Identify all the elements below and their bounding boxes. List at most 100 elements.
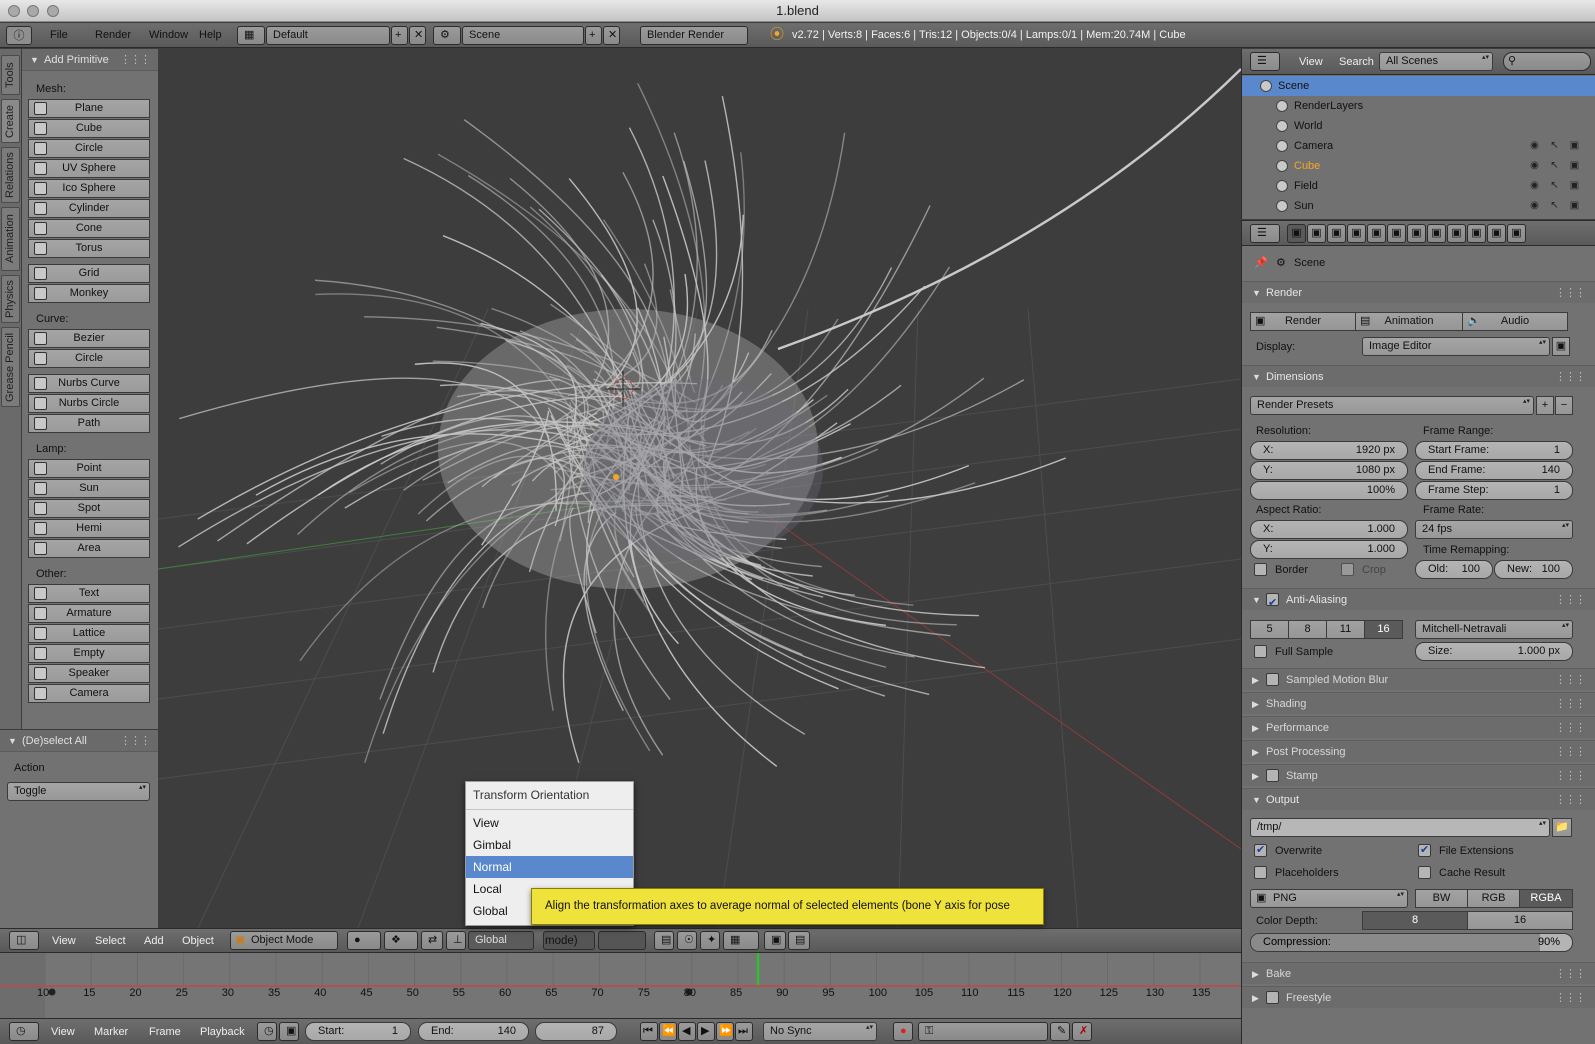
context-world-icon[interactable]: ▣ bbox=[1347, 224, 1366, 243]
context-constraints-icon[interactable]: ▣ bbox=[1387, 224, 1406, 243]
context-material-icon[interactable]: ▣ bbox=[1447, 224, 1466, 243]
eye-icon[interactable]: ◉ bbox=[1529, 160, 1540, 171]
file-extensions-checkbox[interactable] bbox=[1418, 843, 1431, 857]
aa-samples-8[interactable]: 8 bbox=[1288, 620, 1327, 639]
tab-grease-pencil[interactable]: Grease Pencil bbox=[1, 327, 20, 407]
add-plane-button[interactable]: Plane bbox=[28, 99, 150, 118]
frame-step-field[interactable]: Frame Step: 1 bbox=[1415, 481, 1573, 500]
action-dropdown[interactable]: Toggle bbox=[7, 782, 150, 801]
add-primitive-header[interactable]: ▼ Add Primitive ⋮⋮⋮ bbox=[22, 49, 158, 71]
menu-view[interactable]: View bbox=[46, 932, 82, 950]
orientation-normal[interactable]: Normal bbox=[466, 856, 633, 878]
cursor-select-icon[interactable]: ↖ bbox=[1549, 140, 1560, 151]
border-checkbox[interactable] bbox=[1254, 563, 1267, 576]
timeline-menu-frame[interactable]: Frame bbox=[143, 1023, 187, 1041]
render-icon[interactable]: ▣ bbox=[1569, 140, 1580, 151]
add-spot-button[interactable]: Spot bbox=[28, 499, 150, 518]
timeline-menu-playback[interactable]: Playback bbox=[194, 1023, 251, 1041]
tab-animation[interactable]: Animation bbox=[1, 207, 20, 271]
jump-key-back-icon[interactable]: ⏪ bbox=[659, 1022, 677, 1041]
timeline-menu-view[interactable]: View bbox=[45, 1023, 81, 1041]
sampled-motion-blur-header[interactable]: ▶ Sampled Motion Blur ⋮⋮⋮ bbox=[1242, 668, 1595, 690]
3d-viewport[interactable] bbox=[158, 49, 1241, 928]
shading-header[interactable]: ▶ Shading ⋮⋮⋮ bbox=[1242, 692, 1595, 714]
crop-checkbox[interactable] bbox=[1341, 563, 1354, 576]
render-button[interactable]: ▣ Render bbox=[1250, 312, 1356, 331]
add-path-button[interactable]: Path bbox=[28, 414, 150, 433]
orientation-view[interactable]: View bbox=[466, 812, 633, 834]
cursor-select-icon[interactable]: ↖ bbox=[1549, 200, 1560, 211]
jump-key-forward-icon[interactable]: ⏩ bbox=[716, 1022, 734, 1041]
aspect-x-field[interactable]: X: 1.000 bbox=[1250, 520, 1408, 539]
editor-type-properties-icon[interactable]: ☰ bbox=[1250, 224, 1280, 243]
render-image-icon[interactable]: ▣ bbox=[764, 931, 786, 950]
aa-samples-5[interactable]: 5 bbox=[1250, 620, 1289, 639]
timeline[interactable]: 10 15 20 25 30 35 40 45 50 55 60 65 70 75 80 85 90 95 100 1… bbox=[0, 952, 1241, 1018]
orientation-gimbal[interactable]: Gimbal bbox=[466, 834, 633, 856]
add-preset-icon[interactable]: + bbox=[1536, 396, 1554, 415]
outliner-filter-dropdown[interactable]: All Scenes bbox=[1379, 52, 1493, 71]
menu-select[interactable]: Select bbox=[89, 932, 132, 950]
full-sample-checkbox[interactable] bbox=[1254, 645, 1267, 658]
anti-aliasing-panel-header[interactable]: ▼ Anti-Aliasing⋮⋮⋮ bbox=[1242, 588, 1595, 614]
add-uv-sphere-button[interactable]: UV Sphere bbox=[28, 159, 150, 178]
aa-samples-11[interactable]: 11 bbox=[1326, 620, 1365, 639]
add-lattice-button[interactable]: Lattice bbox=[28, 624, 150, 643]
post-processing-header[interactable]: ▶ Post Processing ⋮⋮⋮ bbox=[1242, 740, 1595, 762]
add-armature-button[interactable]: Armature bbox=[28, 604, 150, 623]
scene-field[interactable]: Scene bbox=[462, 26, 584, 45]
freestyle-header[interactable]: ▶ Freestyle ⋮⋮⋮ bbox=[1242, 986, 1595, 1008]
context-render-icon[interactable]: ▣ bbox=[1287, 224, 1306, 243]
end-frame-field[interactable]: End Frame: 140 bbox=[1415, 461, 1573, 480]
add-grid-button[interactable]: Grid bbox=[28, 264, 150, 283]
resolution-y-field[interactable]: Y: 1080 px bbox=[1250, 461, 1408, 480]
freestyle-checkbox[interactable] bbox=[1266, 991, 1279, 1004]
end-frame-field[interactable]: End: 140 bbox=[418, 1022, 529, 1041]
outliner-search-input[interactable]: ⚲ bbox=[1503, 52, 1591, 71]
color-depth-16[interactable]: 16 bbox=[1467, 911, 1573, 930]
menu-window[interactable]: Window bbox=[143, 26, 194, 44]
drag-grip-icon[interactable]: ⋮⋮⋮ bbox=[120, 49, 151, 71]
add-circle-button[interactable]: Circle bbox=[28, 139, 150, 158]
add-cone-button[interactable]: Cone bbox=[28, 219, 150, 238]
mode-dropdown[interactable]: ▣ Object Mode bbox=[230, 931, 338, 950]
record-icon[interactable]: ● bbox=[893, 1022, 913, 1041]
pivot-point-icon[interactable]: ❖ bbox=[384, 931, 418, 950]
render-window-icon[interactable]: ▣ bbox=[1552, 337, 1570, 356]
preview-range-icon[interactable]: ◷ bbox=[257, 1022, 277, 1041]
start-frame-field[interactable]: Start Frame: 1 bbox=[1415, 441, 1573, 460]
outliner-item-cube[interactable]: Cube ◉ ↖ ▣ bbox=[1242, 156, 1595, 176]
redo-panel-header[interactable]: ▼ (De)select All ⋮⋮⋮ bbox=[0, 730, 158, 752]
add-screen-icon[interactable]: + bbox=[391, 26, 408, 45]
remove-preset-icon[interactable]: − bbox=[1555, 396, 1573, 415]
color-depth-8[interactable]: 8 bbox=[1362, 911, 1468, 930]
screen-layout-icon[interactable]: ▦ bbox=[237, 26, 265, 45]
color-mode-bw[interactable]: BW bbox=[1415, 889, 1468, 908]
menu-object[interactable]: Object bbox=[176, 932, 220, 950]
add-nurbs-circle-button[interactable]: Nurbs Circle bbox=[28, 394, 150, 413]
animation-button[interactable]: ▤ Animation bbox=[1355, 312, 1463, 331]
fps-dropdown[interactable]: 24 fps bbox=[1415, 520, 1573, 539]
dimensions-panel-header[interactable]: ▼ Dimensions ⋮⋮⋮ bbox=[1242, 365, 1595, 387]
context-texture-icon[interactable]: ▣ bbox=[1467, 224, 1486, 243]
play-reverse-icon[interactable]: ◀ bbox=[678, 1022, 696, 1041]
compression-slider[interactable]: Compression: 90% bbox=[1250, 933, 1573, 952]
lock-range-icon[interactable]: ▣ bbox=[279, 1022, 299, 1041]
outliner-item-world[interactable]: World bbox=[1242, 116, 1595, 136]
render-icon[interactable]: ▣ bbox=[1569, 160, 1580, 171]
scene-icon[interactable]: ⚙ bbox=[433, 26, 461, 45]
timeline-menu-marker[interactable]: Marker bbox=[88, 1023, 134, 1041]
color-mode-rgb[interactable]: RGB bbox=[1467, 889, 1520, 908]
time-remap-new-field[interactable]: New: 100 bbox=[1494, 560, 1573, 579]
insert-keyframe-icon[interactable]: ✎ bbox=[1050, 1022, 1070, 1041]
render-icon[interactable]: ▣ bbox=[1569, 180, 1580, 191]
add-circle-button[interactable]: Circle bbox=[28, 349, 150, 368]
pin-icon[interactable]: 📌 bbox=[1254, 256, 1268, 269]
output-path-input[interactable]: /tmp/ bbox=[1250, 818, 1550, 837]
context-render-layers-icon[interactable]: ▣ bbox=[1307, 224, 1326, 243]
tab-tools[interactable]: Tools bbox=[1, 55, 20, 95]
cursor-select-icon[interactable]: ↖ bbox=[1549, 180, 1560, 191]
render-animation-icon[interactable]: ▤ bbox=[788, 931, 810, 950]
proportional-edit-icon[interactable]: ☉ bbox=[677, 931, 697, 950]
tab-create[interactable]: Create bbox=[1, 99, 20, 143]
